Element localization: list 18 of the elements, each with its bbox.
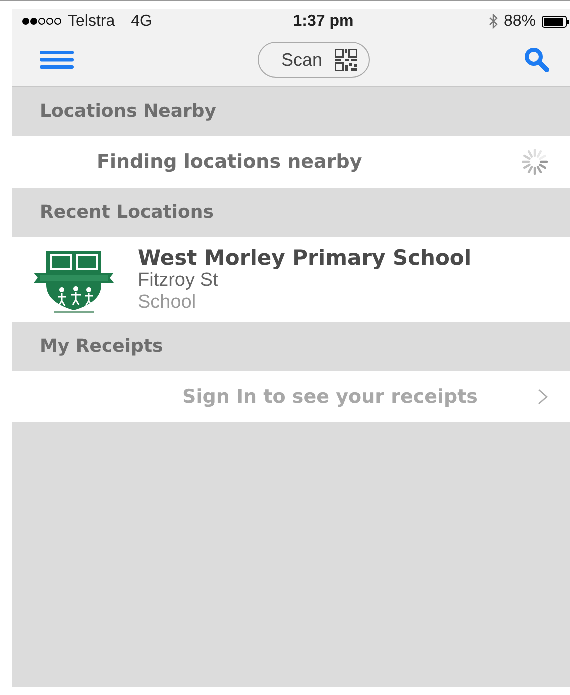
chevron-icon [538, 388, 548, 404]
search-icon[interactable] [524, 47, 550, 73]
scan-button[interactable]: Scan [258, 42, 370, 78]
location-row[interactable]: West Morley Primary School Fitzroy St School [12, 237, 570, 322]
carrier-name: Telstra [68, 12, 116, 30]
menu-icon[interactable] [40, 51, 74, 69]
network-type: 4G [131, 12, 152, 30]
battery-percent: 88% [504, 12, 536, 30]
loading-spinner-icon [522, 149, 548, 175]
qr-code-icon [334, 49, 357, 71]
location-name: West Morley Primary School [138, 246, 472, 270]
signal-icon [22, 17, 62, 26]
location-street: Fitzroy St [138, 270, 220, 292]
battery-icon [542, 16, 570, 28]
status-text: Finding locations nearby [97, 151, 362, 173]
clock-time: 1:37 pm [293, 12, 354, 30]
bluetooth-icon [488, 14, 498, 29]
location-category: School [138, 292, 198, 314]
